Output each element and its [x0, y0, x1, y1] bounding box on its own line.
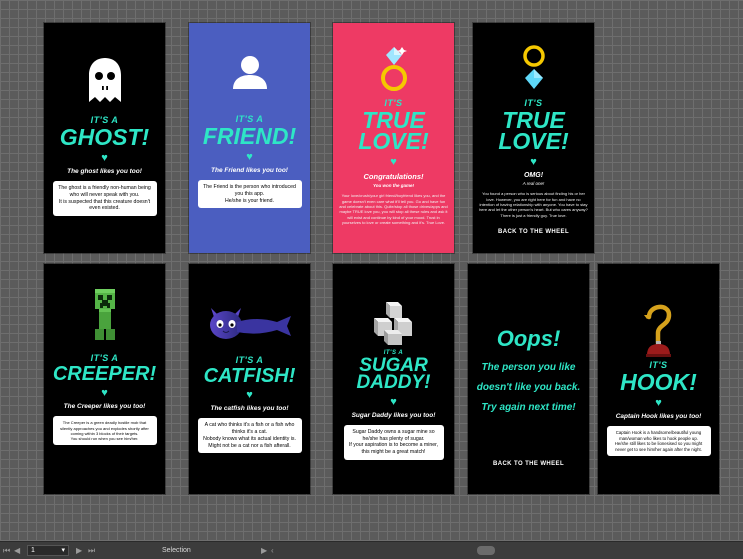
- result-title: GHOST!: [59, 124, 150, 150]
- result-tagline: OMG!: [523, 172, 544, 180]
- result-description: You found a person who is serious about …: [479, 191, 588, 218]
- tool-status: Selection: [162, 547, 191, 554]
- back-to-wheel-link[interactable]: BACK TO THE WHEEL: [498, 229, 569, 235]
- horizontal-scrollbar-thumb[interactable]: [477, 546, 495, 555]
- card-true-love[interactable]: IT'S TRUE LOVE! ♥ Congratulations! You w…: [333, 23, 454, 253]
- description-line: He/she still likes to be lionesised so y…: [614, 441, 703, 452]
- oops-message-line: The person you like: [481, 362, 576, 373]
- prev-page-icon[interactable]: ◀: [14, 546, 20, 555]
- description-line: If your aspiration is to become a miner,…: [348, 442, 439, 456]
- description-line: The Friend is the person who introduced …: [203, 184, 296, 197]
- heart-icon: ♥: [246, 151, 253, 164]
- result-tagline: The catfish likes you too!: [210, 405, 289, 413]
- card-oops[interactable]: Oops! The person you like doesn't like y…: [468, 264, 589, 494]
- sugar-cubes-icon: [373, 302, 412, 345]
- result-tagline: The Creeper likes you too!: [63, 403, 146, 411]
- description-line: It is suspected that this creature doesn…: [58, 198, 151, 212]
- back-to-wheel-link[interactable]: BACK TO THE WHEEL: [493, 461, 564, 467]
- description-line: He/she is your friend.: [224, 197, 274, 204]
- result-description: The ghost is a friendly non-human being …: [52, 181, 157, 217]
- description-line: The ghost is a friendly non-human being …: [58, 185, 151, 198]
- hook-icon: [643, 304, 671, 357]
- heart-icon: ♥: [246, 389, 253, 402]
- card-catfish[interactable]: IT'S A CATFISH! ♥ The catfish likes you …: [189, 264, 310, 494]
- heart-icon: ♥: [101, 152, 108, 165]
- result-tagline: Captain Hook likes you too!: [615, 413, 702, 421]
- result-title: CATFISH!: [203, 365, 296, 387]
- scroll-right-icon[interactable]: ▶: [261, 546, 267, 555]
- result-tagline: The ghost likes you too!: [67, 168, 142, 176]
- heart-icon: ♥: [655, 397, 662, 410]
- its-label: IT'S A: [90, 353, 119, 363]
- description-line: The Creeper is a green deadly hostile mo…: [60, 420, 149, 436]
- next-page-icon[interactable]: ▶: [76, 546, 82, 555]
- result-description: Captain Hook is a handsome/beautiful you…: [606, 426, 711, 457]
- result-description: Sugar Daddy owns a sugar mine so he/she …: [343, 424, 444, 460]
- oops-message-line: doesn't like you back.: [476, 382, 581, 393]
- first-page-icon[interactable]: ⏮: [3, 546, 10, 556]
- result-tagline: The Friend likes you too!: [211, 167, 288, 175]
- result-description: A cat who thinks it's a fish or a fish w…: [197, 418, 302, 454]
- card-ghost[interactable]: IT'S A GHOST! ♥ The ghost likes you too!…: [44, 23, 165, 253]
- chevron-down-icon: ▾: [61, 547, 65, 554]
- result-title-line: LOVE!: [358, 128, 429, 155]
- card-hook[interactable]: IT'S HOOK! ♥ Captain Hook likes you too!…: [598, 264, 719, 494]
- result-title: CREEPER!: [52, 363, 157, 385]
- its-label: IT'S A: [235, 355, 264, 365]
- catfish-icon: [209, 308, 291, 339]
- description-line: Captain Hook is a handsome/beautiful you…: [615, 430, 702, 441]
- result-title: FRIEND!: [202, 123, 297, 149]
- diamond-ring-icon: [380, 47, 407, 91]
- card-friend[interactable]: IT'S A FRIEND! ♥ The Friend likes you to…: [189, 23, 310, 253]
- ring-diamond-icon: [522, 45, 545, 89]
- result-description: Your love/crush/your girl friend/boyfrie…: [339, 193, 448, 226]
- card-true-love-omg[interactable]: IT'S TRUE LOVE! ♥ OMG! A real one! You f…: [473, 23, 594, 253]
- result-tagline: Sugar Daddy likes you too!: [351, 411, 436, 419]
- description-line: You should run when you see him/her.: [70, 435, 139, 441]
- page-number: 1: [31, 547, 35, 554]
- creeper-icon: [94, 289, 115, 340]
- last-page-icon[interactable]: ⏭: [88, 546, 95, 556]
- page-selector[interactable]: 1 ▾: [27, 545, 69, 556]
- result-tagline: Congratulations!: [363, 172, 424, 182]
- card-creeper[interactable]: IT'S A CREEPER! ♥ The Creeper likes you …: [44, 264, 165, 494]
- heart-icon: ♥: [390, 395, 397, 408]
- card-sugar-daddy[interactable]: IT'S A SUGAR DADDY! ♥ Sugar Daddy likes …: [333, 264, 454, 494]
- result-subtitle: A real one!: [522, 181, 545, 187]
- description-line: A cat who thinks it's a fish or a fish w…: [204, 422, 295, 436]
- result-title-line: LOVE!: [498, 128, 569, 155]
- heart-icon: ♥: [530, 156, 537, 169]
- result-description: The Creeper is a green deadly hostile mo…: [52, 416, 157, 446]
- ghost-icon: [88, 58, 121, 102]
- description-line: Nobody knows what its actual identity is…: [203, 435, 296, 442]
- status-bar: ⏮ ◀ 1 ▾ ▶ ⏭ Selection ▶ ‹: [0, 541, 743, 559]
- result-title: HOOK!: [620, 369, 697, 395]
- heart-icon: ♥: [390, 156, 397, 169]
- oops-title: Oops!: [496, 326, 561, 351]
- description-line: Sugar Daddy owns a sugar mine so he/she …: [352, 428, 435, 442]
- person-icon: [232, 56, 267, 89]
- oops-message-line: Try again next time!: [481, 402, 576, 413]
- result-subtitle: You won the game!: [372, 183, 415, 189]
- scroll-left-icon[interactable]: ‹: [271, 546, 274, 555]
- heart-icon: ♥: [101, 387, 108, 400]
- result-description: The Friend is the person who introduced …: [197, 180, 302, 209]
- result-title-line: DADDY!: [356, 372, 431, 394]
- description-line: Might not be a cat nor a fish afterall.: [208, 442, 291, 449]
